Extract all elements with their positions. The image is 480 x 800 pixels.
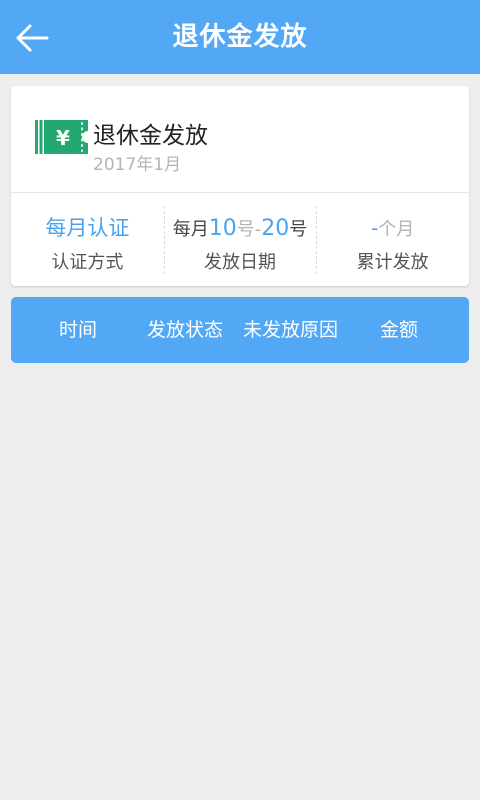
auth-method-label: 认证方式 xyxy=(51,252,124,273)
column-time: 时间 xyxy=(59,319,98,341)
date-start: 10 xyxy=(208,216,237,241)
column-status: 发放状态 xyxy=(147,319,224,341)
yen-symbol: ¥ xyxy=(56,126,70,150)
column-amount: 金额 xyxy=(380,319,419,341)
column-reason: 未发放原因 xyxy=(243,319,339,341)
pension-info-card: ¥ 退休金发放 2017年1月 每月认证 认证方式 每月10号-20号 发放日期… xyxy=(11,86,469,286)
date-prefix: 每月 xyxy=(172,219,209,240)
auth-method-value: 每月认证 xyxy=(45,216,130,240)
page-title: 退休金发放 xyxy=(172,22,308,52)
card-title: 退休金发放 xyxy=(93,123,208,149)
stat-total-months: -个月 累计发放 xyxy=(316,194,469,286)
top-app-bar: 退休金发放 xyxy=(0,0,480,74)
total-months-value: -个月 xyxy=(316,214,469,242)
total-unit: 个月 xyxy=(378,219,415,240)
app-screen: 退休金发放 ¥ 退休金发放 2017年1月 每月认证 认证方式 每月10号-20… xyxy=(0,0,480,800)
card-period: 2017年1月 xyxy=(93,155,182,175)
card-header: ¥ 退休金发放 2017年1月 xyxy=(11,86,469,193)
ticket-yen-icon: ¥ xyxy=(35,120,88,154)
stats-row: 每月认证 认证方式 每月10号-20号 发放日期 -个月 累计发放 xyxy=(11,194,469,286)
date-start-unit: 号 xyxy=(236,219,255,240)
payout-date-label: 发放日期 xyxy=(204,252,276,273)
stat-payout-date: 每月10号-20号 发放日期 xyxy=(163,194,317,286)
payout-date-value: 每月10号-20号 xyxy=(164,214,317,242)
date-end: 20 xyxy=(261,216,290,241)
date-end-unit: 号 xyxy=(289,219,308,240)
table-header: 时间 发放状态 未发放原因 金额 xyxy=(11,297,469,363)
stat-auth-method: 每月认证 认证方式 xyxy=(11,194,164,286)
total-months-label: 累计发放 xyxy=(356,252,429,273)
